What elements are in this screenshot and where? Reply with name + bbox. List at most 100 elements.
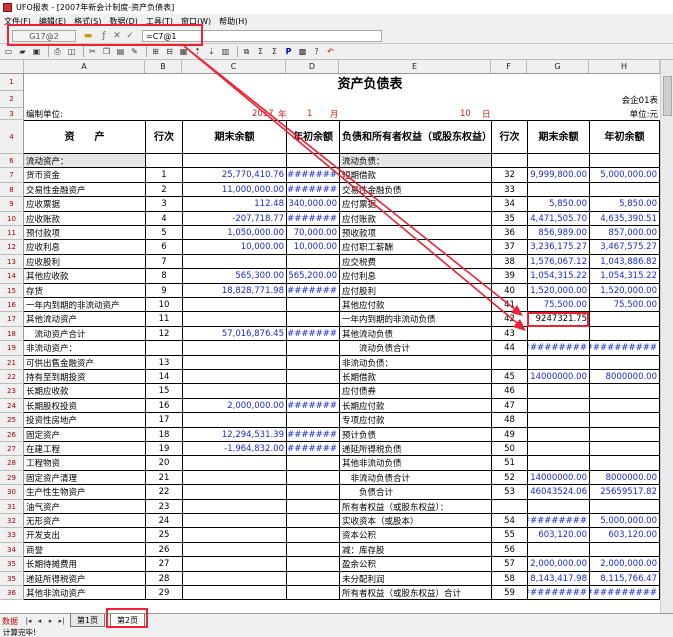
cell-d[interactable] (286, 557, 339, 572)
cell-d[interactable] (286, 500, 339, 514)
cell-d[interactable]: ########## (286, 442, 339, 456)
cell-g[interactable] (527, 327, 589, 341)
cell-g[interactable]: ########## (527, 586, 589, 600)
sum-icon[interactable]: Σ (255, 46, 266, 57)
cell-reference-box[interactable]: G17@2 (12, 30, 76, 42)
cell-b[interactable]: 20 (145, 456, 182, 471)
cell-e[interactable]: 其他非流动负债 (339, 456, 491, 471)
cell-d[interactable] (286, 514, 339, 528)
last-sheet-icon[interactable]: ▸| (57, 616, 66, 625)
cell-e[interactable]: 资本公积 (339, 528, 491, 543)
row-header[interactable]: 35 (0, 572, 24, 586)
cell-d[interactable] (286, 586, 339, 600)
sort-asc-icon[interactable]: ⇡ (192, 46, 203, 57)
cell-a[interactable]: 在建工程 (24, 442, 145, 456)
menu-edit[interactable]: 编辑(E) (39, 16, 66, 27)
sheet-tab-2[interactable]: 第2页 (110, 614, 146, 627)
cell-f[interactable]: 51 (491, 456, 527, 471)
cell-c[interactable] (182, 572, 286, 586)
preview-icon[interactable]: ◫ (66, 46, 77, 57)
cell-d[interactable] (286, 572, 339, 586)
cell-d[interactable] (286, 341, 339, 356)
row-header[interactable]: 25 (0, 413, 24, 428)
column-header-c[interactable]: C (182, 60, 286, 73)
menu-file[interactable]: 文件(F) (4, 16, 31, 27)
cell-e[interactable]: 专项应付款 (339, 413, 491, 428)
cell-e[interactable]: 非流动负债合计 (339, 471, 491, 485)
cell-e[interactable]: 流动负债： (339, 154, 491, 168)
cell-a[interactable]: 交易性金融资产 (24, 183, 145, 197)
cell-b[interactable]: 8 (145, 269, 182, 284)
cell-f[interactable]: 44 (491, 341, 527, 356)
function-icon[interactable]: P (283, 46, 294, 57)
cell-c[interactable] (182, 586, 286, 600)
save-icon[interactable]: ▣ (31, 46, 42, 57)
cell-f[interactable]: 43 (491, 327, 527, 341)
function-wizard-icon[interactable]: ▬ (82, 30, 94, 42)
cell-h[interactable]: 1,520,000.00 (589, 284, 660, 298)
column-header-h[interactable]: H (589, 60, 660, 73)
cell-f[interactable]: 32 (491, 168, 527, 183)
row-header[interactable]: 21 (0, 356, 24, 370)
cell-g[interactable]: ########## (527, 341, 589, 356)
cell-d[interactable] (286, 312, 339, 327)
cell-h[interactable] (589, 312, 660, 327)
cell-a[interactable]: 应收账款 (24, 212, 145, 226)
cell-a[interactable]: 商誉 (24, 543, 145, 557)
row-header[interactable]: 24 (0, 399, 24, 413)
cell-c[interactable]: 18,828,771.98 (182, 284, 286, 298)
cell-b[interactable]: 16 (145, 399, 182, 413)
help-icon[interactable]: ? (311, 46, 322, 57)
cell-g[interactable]: 75,500.00 (527, 298, 589, 312)
cell-d[interactable] (286, 370, 339, 384)
row-header[interactable]: 27 (0, 442, 24, 456)
cell-e[interactable]: 预收款项 (339, 226, 491, 240)
cell-d[interactable]: 340,000.00 (286, 197, 339, 212)
cell-f[interactable]: 33 (491, 183, 527, 197)
cell-d[interactable]: ########## (286, 399, 339, 413)
format-painter-icon[interactable]: ✎ (129, 46, 140, 57)
cell-g[interactable] (527, 154, 589, 168)
cell-a[interactable]: 生产性生物资产 (24, 485, 145, 500)
cell-h[interactable]: ########## (589, 341, 660, 356)
cell-d[interactable] (286, 456, 339, 471)
cell-d[interactable]: 10,000.00 (286, 240, 339, 255)
cell-e[interactable]: 一年内到期的非流动负债 (339, 312, 491, 327)
cell-d[interactable]: ########## (286, 428, 339, 442)
cell-e[interactable]: 预计负债 (339, 428, 491, 442)
row-header[interactable]: 33 (0, 528, 24, 543)
row-header[interactable]: 11 (0, 226, 24, 240)
cell-d[interactable] (286, 471, 339, 485)
cell-b[interactable]: 4 (145, 212, 182, 226)
undo-icon[interactable]: ↶ (325, 46, 336, 57)
copy-icon[interactable]: ❐ (101, 46, 112, 57)
cell-a[interactable]: 可供出售金融资产 (24, 356, 145, 370)
delete-row-icon[interactable]: ⊟ (164, 46, 175, 57)
cell-e[interactable]: 所有者权益（或股东权益）合计 (339, 586, 491, 600)
cell-g[interactable]: 603,120.00 (527, 528, 589, 543)
print-icon[interactable]: ⎙ (52, 46, 63, 57)
cell-b[interactable]: 10 (145, 298, 182, 312)
cell-h[interactable]: 1,054,315.22 (589, 269, 660, 284)
cell-a[interactable]: 非流动资产： (24, 341, 145, 356)
cell-c[interactable] (182, 413, 286, 428)
row-header[interactable]: 23 (0, 384, 24, 399)
font-bold-icon[interactable]: Σ (269, 46, 280, 57)
report-month-value[interactable]: 1 (305, 108, 325, 120)
cell-a[interactable]: 其他流动资产 (24, 312, 145, 327)
cell-a[interactable]: 开发支出 (24, 528, 145, 543)
sheet-tab-1[interactable]: 第1页 (70, 614, 106, 627)
cell-a[interactable]: 一年内到期的非流动资产 (24, 298, 145, 312)
cell-b[interactable]: 27 (145, 557, 182, 572)
cell-f[interactable]: 34 (491, 197, 527, 212)
cell-g[interactable] (527, 413, 589, 428)
cell-a[interactable]: 货币资金 (24, 168, 145, 183)
cell-b[interactable]: 6 (145, 240, 182, 255)
cell-d[interactable] (286, 154, 339, 168)
cell-d[interactable] (286, 543, 339, 557)
cell-g[interactable]: 14000000.00 (527, 370, 589, 384)
cell-h[interactable]: 5,850.00 (589, 197, 660, 212)
cell-d[interactable]: ########## (286, 183, 339, 197)
cell-b[interactable]: 13 (145, 356, 182, 370)
confirm-icon[interactable]: ✓ (124, 30, 136, 42)
